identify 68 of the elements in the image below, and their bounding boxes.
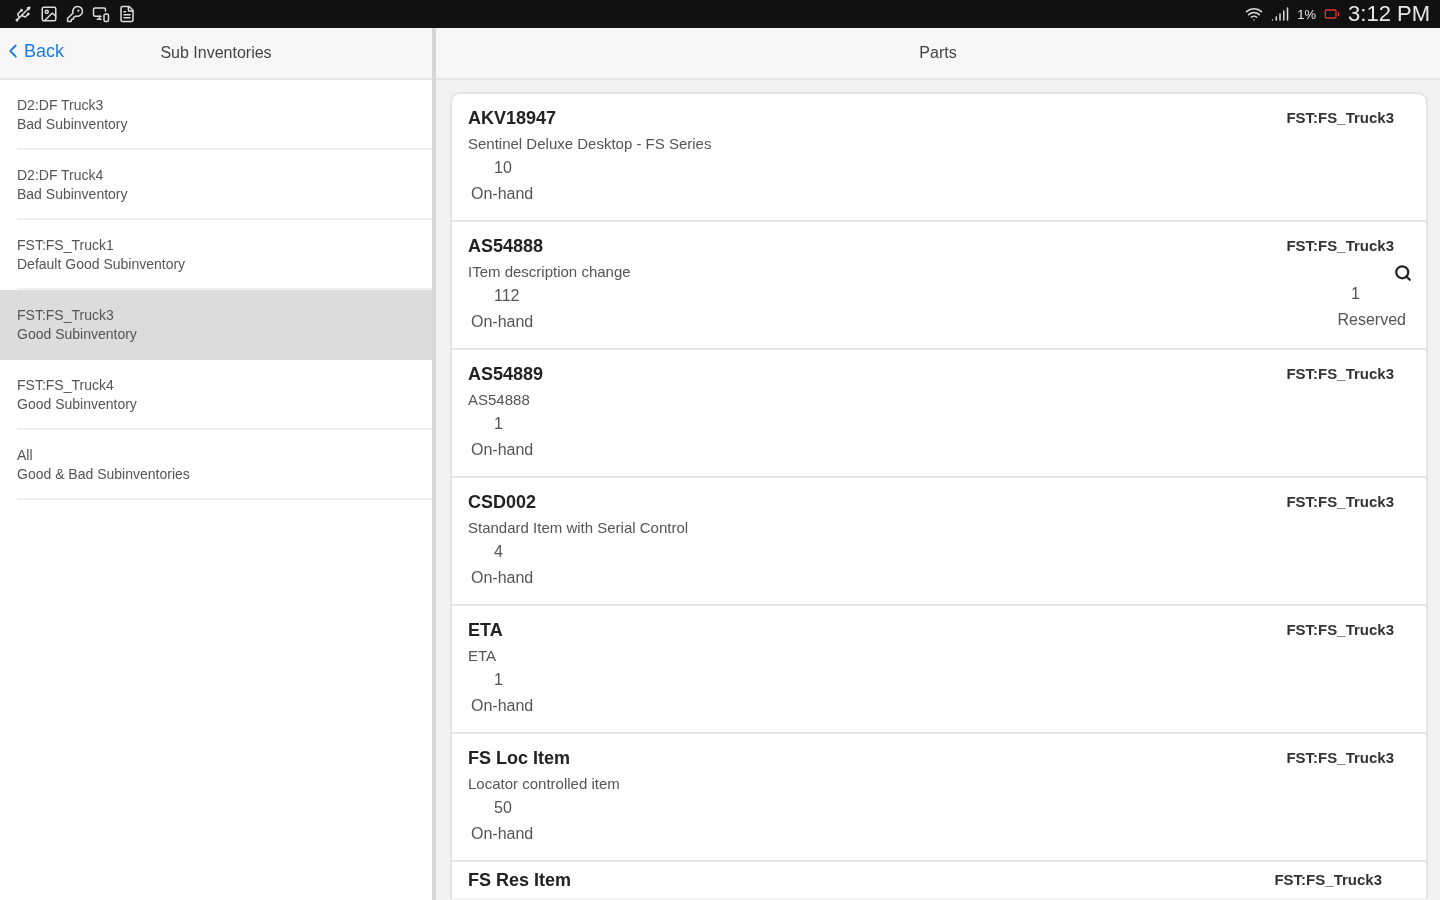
part-row[interactable]: CSD002 Standard Item with Serial Control 4 On-hand FST:FS_Truck3 bbox=[452, 478, 1426, 606]
part-row[interactable]: FS Loc Item Locator controlled item 50 On-hand FST:FS_Truck3 bbox=[452, 734, 1426, 862]
part-location: FST:FS_Truck3 bbox=[1286, 236, 1394, 256]
on-hand-quantity: 1 bbox=[494, 670, 503, 690]
usb-icon bbox=[14, 5, 32, 23]
subinventory-type: Good Subinventory bbox=[17, 395, 138, 414]
part-description: Sentinel Deluxe Desktop - FS Series bbox=[468, 134, 712, 154]
part-code: AS54888 bbox=[468, 235, 544, 258]
on-hand-label: On-hand bbox=[471, 440, 534, 460]
on-hand-label: On-hand bbox=[471, 184, 534, 204]
on-hand-quantity: 50 bbox=[494, 798, 512, 818]
on-hand-quantity: 112 bbox=[494, 286, 520, 306]
devices-icon bbox=[92, 5, 110, 23]
part-description: ITem description change bbox=[468, 262, 631, 282]
part-location: FST:FS_Truck3 bbox=[1286, 364, 1394, 384]
reserved-quantity: 1 bbox=[1351, 284, 1360, 304]
on-hand-label: On-hand bbox=[471, 568, 534, 588]
part-location: FST:FS_Truck3 bbox=[1274, 870, 1382, 890]
part-row[interactable]: AKV18947 Sentinel Deluxe Desktop - FS Series 10 On-hand FST:FS_Truck3 bbox=[452, 94, 1426, 222]
parts-title: Parts bbox=[919, 44, 957, 62]
document-icon bbox=[118, 5, 136, 23]
subinventory-name: D2:DF Truck3 bbox=[17, 96, 105, 115]
on-hand-quantity: 1 bbox=[494, 414, 503, 434]
part-location: FST:FS_Truck3 bbox=[1286, 620, 1394, 640]
part-row[interactable]: AS54889 AS54888 1 On-hand FST:FS_Truck3 bbox=[452, 350, 1426, 478]
sidebar-title: Sub Inventories bbox=[160, 44, 272, 62]
subinventory-type: Good & Bad Subinventories bbox=[17, 465, 191, 484]
clock: 3:12 PM bbox=[1348, 1, 1430, 27]
part-location: FST:FS_Truck3 bbox=[1286, 492, 1394, 512]
subinventory-type: Good Subinventory bbox=[17, 325, 138, 344]
part-description: ETA bbox=[468, 646, 497, 666]
reserved-label: Reserved bbox=[1337, 310, 1406, 330]
part-description: Standard Item with Serial Control bbox=[468, 518, 689, 538]
part-row[interactable]: FS Res Item FST:FS_Truck3 bbox=[452, 862, 1426, 898]
subinventory-item[interactable]: FST:FS_Truck3 Good Subinventory bbox=[0, 290, 432, 360]
subinventory-type: Default Good Subinventory bbox=[17, 255, 187, 274]
part-location: FST:FS_Truck3 bbox=[1286, 748, 1394, 768]
part-code: AKV18947 bbox=[468, 107, 557, 130]
subinventory-name: FST:FS_Truck1 bbox=[17, 236, 115, 255]
part-code: FS Loc Item bbox=[468, 747, 570, 770]
subinventory-type: Bad Subinventory bbox=[17, 185, 129, 204]
part-description: Locator controlled item bbox=[468, 774, 620, 794]
subinventory-name: D2:DF Truck4 bbox=[17, 166, 105, 185]
subinventory-name: FST:FS_Truck4 bbox=[17, 376, 115, 395]
part-location: FST:FS_Truck3 bbox=[1286, 108, 1394, 128]
part-description: AS54888 bbox=[468, 390, 530, 410]
part-code: CSD002 bbox=[468, 491, 537, 514]
part-code: FS Res Item bbox=[468, 869, 573, 892]
search-button[interactable] bbox=[1394, 264, 1412, 282]
on-hand-label: On-hand bbox=[471, 312, 534, 332]
battery-percent: 1% bbox=[1297, 6, 1317, 22]
on-hand-label: On-hand bbox=[471, 696, 534, 716]
image-icon bbox=[40, 5, 58, 23]
subinventory-type: Bad Subinventory bbox=[17, 115, 129, 134]
on-hand-label: On-hand bbox=[471, 824, 534, 844]
on-hand-quantity: 10 bbox=[494, 158, 512, 178]
subinventory-name: All bbox=[17, 446, 34, 465]
subinventory-name: FST:FS_Truck3 bbox=[17, 306, 115, 325]
part-code: AS54889 bbox=[468, 363, 544, 386]
key-icon bbox=[66, 5, 84, 23]
signal-icon bbox=[1271, 5, 1290, 23]
wifi-icon bbox=[1245, 5, 1264, 23]
part-row[interactable]: AS54888 ITem description change 112 On-hand FST:FS_Truck3 1 Reserved bbox=[452, 222, 1426, 350]
back-link[interactable]: Back bbox=[2, 40, 65, 62]
on-hand-quantity: 4 bbox=[494, 542, 503, 562]
part-row[interactable]: ETA ETA 1 On-hand FST:FS_Truck3 bbox=[452, 606, 1426, 734]
battery-icon bbox=[1324, 6, 1341, 22]
part-code: ETA bbox=[468, 619, 503, 642]
